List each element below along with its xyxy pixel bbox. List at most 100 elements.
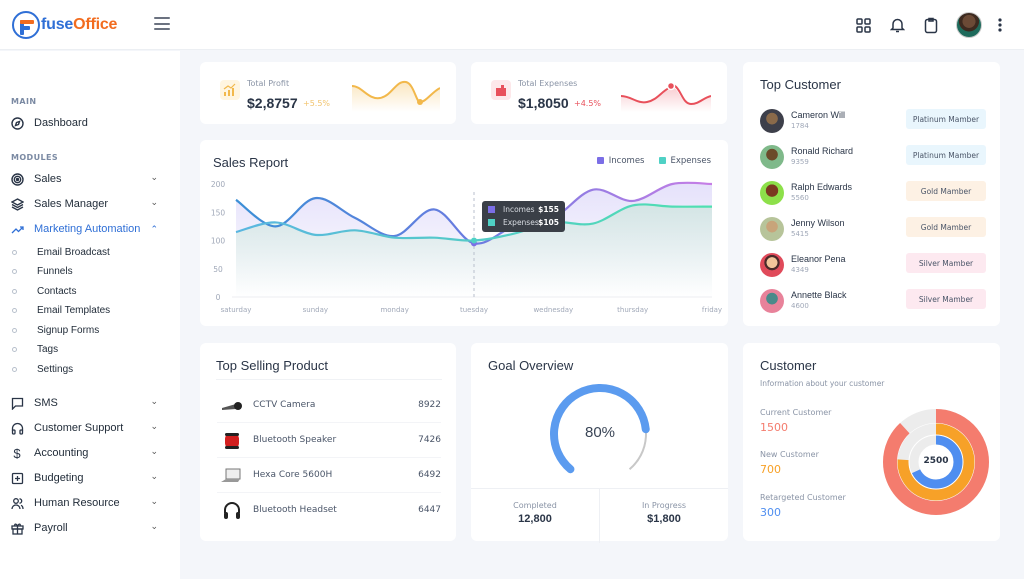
customer-row[interactable]: Ralph Edwards 5560 Gold Mamber: [760, 181, 986, 211]
submenu-item-settings[interactable]: Settings: [10, 361, 160, 377]
bullet-icon: [12, 346, 17, 352]
customer-name: Ronald Richard: [791, 146, 854, 156]
y-tick-label: 200: [211, 180, 226, 189]
sidebar-item-label: Sales: [34, 173, 62, 185]
product-name: Bluetooth Speaker: [253, 435, 337, 445]
product-row[interactable]: Bluetooth Headset 6447: [217, 493, 441, 528]
stat-value: $1,8050: [518, 95, 569, 111]
grid-apps-icon[interactable]: [846, 11, 880, 39]
stat-change: +5.5%: [303, 99, 331, 108]
stat-change: +4.5%: [574, 99, 602, 108]
product-sales: 6492: [418, 470, 441, 480]
sidebar-item-sales-manager[interactable]: Sales Manager ⌄: [10, 194, 168, 214]
tooltip-value: $155: [538, 205, 559, 214]
submenu-item-funnels[interactable]: Funnels: [10, 263, 160, 279]
bar-chart-icon: [220, 80, 240, 100]
chevron-down-icon: ⌄: [150, 522, 158, 532]
sidebar-item-sms[interactable]: SMS ⌄: [10, 393, 168, 413]
sidebar-item-budgeting[interactable]: Budgeting ⌄: [10, 468, 168, 488]
bullet-icon: [12, 288, 17, 294]
logo-text: fuseOffice: [41, 16, 118, 33]
product-row[interactable]: Hexa Core 5600H 6492: [217, 458, 441, 493]
goal-completed-value: 12,800: [518, 513, 552, 525]
product-row[interactable]: Bluetooth Speaker 7426: [217, 423, 441, 458]
goal-percent: 80%: [584, 424, 616, 441]
submenu-item-email-templates[interactable]: Email Templates: [10, 302, 160, 318]
sidebar-item-marketing-automation[interactable]: Marketing Automation ⌃: [10, 219, 168, 239]
laptop-image: [220, 466, 244, 486]
x-tick-label: tuesday: [460, 306, 488, 314]
customer-row[interactable]: Ronald Richard 9359 Platinum Mamber: [760, 145, 986, 175]
product-sales: 8922: [418, 400, 441, 410]
product-sales: 6447: [418, 505, 441, 515]
headphones-icon: [10, 421, 24, 435]
headset-image: [220, 501, 244, 521]
user-avatar[interactable]: [956, 12, 982, 38]
x-tick-label: sunday: [303, 306, 328, 314]
more-vertical-icon[interactable]: [990, 11, 1010, 39]
users-icon: [10, 496, 24, 510]
trending-up-icon: [10, 222, 24, 236]
customer-avatar: [760, 109, 784, 133]
x-tick-label: wednesday: [533, 306, 573, 314]
sidebar-item-customer-support[interactable]: Customer Support ⌄: [10, 418, 168, 438]
gift-icon: [10, 521, 24, 535]
product-row[interactable]: CCTV Camera 8922: [217, 388, 441, 423]
customer-name: Annette Black: [791, 290, 847, 300]
app-logo[interactable]: fuseOffice: [12, 11, 117, 39]
customer-name: Cameron Will: [791, 110, 846, 120]
sidebar-item-dashboard[interactable]: Dashboard: [10, 113, 168, 133]
expense-icon: [491, 80, 511, 100]
dollar-icon: $: [13, 445, 21, 461]
customer-id: 5415: [791, 230, 809, 238]
submenu-item-email-broadcast[interactable]: Email Broadcast: [10, 244, 160, 260]
customer-row[interactable]: Cameron Will 1784 Platinum Mamber: [760, 109, 986, 139]
menu-toggle-icon[interactable]: [154, 17, 170, 30]
submenu-item-signup-forms[interactable]: Signup Forms: [10, 322, 160, 338]
y-tick-label: 100: [211, 237, 226, 246]
customer-avatar: [760, 217, 784, 241]
sidebar-item-accounting[interactable]: $ Accounting ⌄: [10, 443, 168, 463]
customer-row[interactable]: Annette Black 4600 Silver Mamber: [760, 289, 986, 319]
submenu-item-label: Tags: [37, 343, 59, 355]
sidebar-item-label: SMS: [34, 397, 58, 409]
sparkline-marker: [666, 81, 676, 91]
sidebar-item-payroll[interactable]: Payroll ⌄: [10, 518, 168, 538]
goal-completed: Completed 12,800: [471, 489, 600, 543]
current-customer-label: Current Customer: [760, 408, 832, 417]
cctv-camera-image: [220, 396, 244, 416]
submenu-item-tags[interactable]: Tags: [10, 341, 160, 357]
x-tick-label: monday: [380, 306, 408, 314]
bullet-icon: [12, 366, 17, 372]
submenu-item-label: Signup Forms: [37, 324, 100, 336]
clipboard-icon[interactable]: [914, 11, 948, 39]
submenu-item-label: Email Templates: [37, 304, 111, 316]
customer-name: Eleanor Pena: [791, 254, 846, 264]
sales-line-chart[interactable]: 0 50 100 150 200 saturday sunday monday tuesday w…: [200, 140, 728, 326]
customer-id: 4349: [791, 266, 809, 274]
customer-avatar: [760, 181, 784, 205]
goal-inprogress: In Progress $1,800: [600, 489, 728, 543]
message-square-icon: [10, 396, 24, 410]
card-title: Goal Overview: [488, 358, 574, 373]
card-subtitle: Information about your customer: [760, 379, 885, 388]
submenu-item-contacts[interactable]: Contacts: [10, 283, 160, 299]
sidebar-item-human-resource[interactable]: Human Resource ⌄: [10, 493, 168, 513]
tooltip-label: Expenses: [503, 218, 539, 227]
sidebar-item-label: Accounting: [34, 447, 89, 459]
customer-row[interactable]: Jenny Wilson 5415 Gold Mamber: [760, 217, 986, 247]
chevron-down-icon: ⌄: [150, 397, 158, 407]
sidebar-item-label: Payroll: [34, 522, 68, 534]
budget-icon: [10, 471, 24, 485]
sidebar-item-label: Dashboard: [34, 117, 88, 129]
customer-row[interactable]: Eleanor Pena 4349 Silver Mamber: [760, 253, 986, 283]
retargeted-customer-label: Retargeted Customer: [760, 493, 846, 502]
stat-label: Total Expenses: [518, 79, 578, 88]
speaker-image: [220, 431, 244, 451]
submenu-item-label: Funnels: [37, 265, 73, 277]
section-label-main: MAIN: [11, 97, 37, 106]
sidebar-item-sales[interactable]: Sales ⌄: [10, 169, 168, 189]
goal-inprogress-value: $1,800: [647, 513, 681, 525]
bell-icon[interactable]: [880, 11, 914, 39]
stat-value: $2,8757: [247, 95, 298, 111]
